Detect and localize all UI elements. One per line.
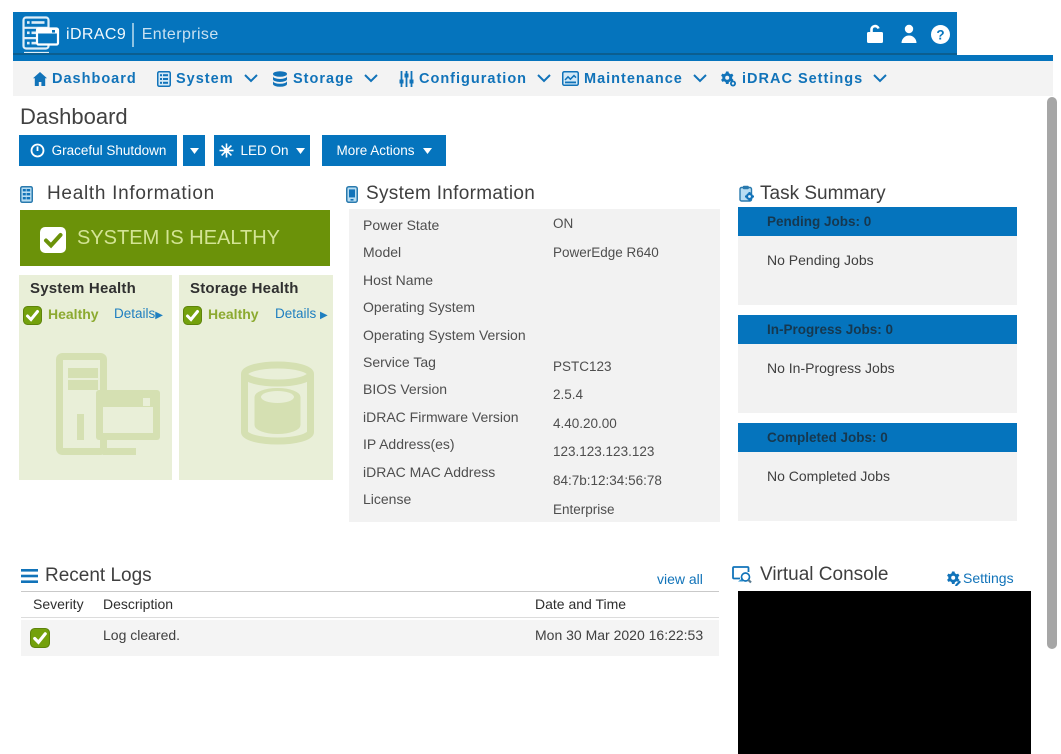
svg-text:?: ? [936,27,944,42]
